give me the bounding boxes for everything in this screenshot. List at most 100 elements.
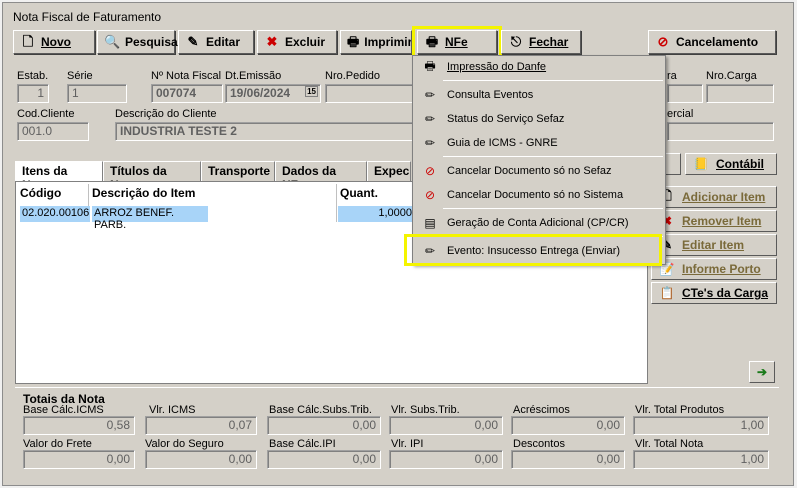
cancel-icon: ⊘ <box>424 164 436 178</box>
edit-icon: ✎ <box>187 34 199 49</box>
tab-bar: Itens da Nota Títulos da Nota Transporte… <box>15 161 411 192</box>
menu-separator <box>443 80 663 81</box>
main-window: Nota Fiscal de Faturamento 🗋 Novo 🔍 Pesqui… <box>2 2 794 486</box>
printer-icon: 🖶 <box>424 58 436 73</box>
menu-separator <box>443 208 663 209</box>
cancelamento-button[interactable]: ⊘ Cancelamento <box>648 30 776 54</box>
menu-item-conta-adicional[interactable]: ▤ Geração de Conta Adicional (CP/CR) <box>413 212 665 234</box>
printer-icon: 🖶 <box>347 34 360 49</box>
insucesso-highlight-box <box>404 234 662 266</box>
carga-label: Nro.Carga <box>706 70 757 82</box>
acrescimos-label: Acréscimos <box>513 404 570 416</box>
descontos-label: Descontos <box>513 438 565 450</box>
new-document-icon: 🗋 <box>22 34 34 49</box>
acrescimos-field[interactable]: 0,00 <box>511 416 625 435</box>
pedido-field[interactable] <box>325 84 413 103</box>
cell-quant[interactable]: 1,0000 <box>338 206 414 222</box>
carga-field[interactable] <box>706 84 774 103</box>
base-icms-label: Base Cálc.ICMS <box>23 404 104 416</box>
estab-label: Estab. <box>17 70 49 82</box>
pedido-label: Nro.Pedido <box>325 70 381 82</box>
menu-item-status-sefaz[interactable]: ✏ Status do Serviço Sefaz <box>413 108 665 130</box>
editar-button[interactable]: ✎ Editar <box>178 30 254 54</box>
window-title: Nota Fiscal de Faturamento <box>13 10 162 24</box>
col-descricao[interactable]: Descrição do Item <box>92 186 195 200</box>
clipboard-icon: 📋 <box>659 286 675 300</box>
descontos-field[interactable]: 0,00 <box>511 450 625 469</box>
excluir-button[interactable]: ✖ Excluir <box>257 30 337 54</box>
nota-label: Nº Nota Fiscal <box>151 70 222 82</box>
contabil-button[interactable]: 📒 Contábil <box>685 153 777 175</box>
pencil-icon: ✏ <box>424 112 436 126</box>
codcliente-field[interactable]: 001.0 <box>17 122 89 141</box>
desccliente-field[interactable]: INDUSTRIA TESTE 2 <box>115 122 413 141</box>
cell-codigo[interactable]: 02.020.00106 <box>20 206 90 222</box>
vlr-ipi-label: Vlr. IPI <box>391 438 424 450</box>
total-prod-label: Vlr. Total Produtos <box>635 404 725 416</box>
seguro-label: Valor do Seguro <box>145 438 224 450</box>
novo-button[interactable]: 🗋 Novo <box>13 30 95 54</box>
menu-item-cancelar-sistema[interactable]: ⊘ Cancelar Documento só no Sistema <box>413 184 665 206</box>
dtemissao-field[interactable]: 19/06/2024 15 <box>225 84 321 103</box>
ra-label: ra <box>667 70 677 82</box>
adicionar-item-button[interactable]: 🗋 Adicionar Item <box>651 186 777 208</box>
fechar-button[interactable]: ⎋ Fechar <box>501 30 581 54</box>
vlr-st-label: Vlr. Subs.Trib. <box>391 404 460 416</box>
pesquisa-button[interactable]: 🔍 Pesquisa <box>97 30 178 54</box>
comercial-field[interactable] <box>667 122 774 141</box>
base-st-label: Base Cálc.Subs.Trib. <box>269 404 372 416</box>
base-icms-field[interactable]: 0,58 <box>23 416 135 435</box>
col-quant[interactable]: Quant. <box>340 186 378 200</box>
serie-field[interactable]: 1 <box>67 84 127 103</box>
base-ipi-label: Base Cálc.IPI <box>269 438 336 450</box>
editar-item-button[interactable]: ✎ Editar Item <box>651 234 777 256</box>
total-nota-label: Vlr. Total Nota <box>635 438 704 450</box>
tab-expedicao[interactable]: Expec <box>367 161 411 181</box>
pencil-icon: ✏ <box>424 136 436 150</box>
comercial-label: ercial <box>667 108 694 120</box>
col-codigo[interactable]: Código <box>20 186 61 200</box>
cancel-icon: ⊘ <box>657 34 669 49</box>
total-prod-field[interactable]: 1,00 <box>633 416 769 435</box>
base-st-field[interactable]: 0,00 <box>267 416 381 435</box>
tab-transporte[interactable]: Transporte <box>201 161 275 181</box>
desccliente-label: Descrição do Cliente <box>115 108 217 120</box>
imprimir-button[interactable]: 🖶 Imprimir <box>340 30 412 54</box>
menu-item-guia-icms[interactable]: ✏ Guia de ICMS - GNRE <box>413 132 665 154</box>
codcliente-label: Cod.Cliente <box>17 108 75 120</box>
vlr-st-field[interactable]: 0,00 <box>389 416 503 435</box>
seguro-field[interactable]: 0,00 <box>145 450 257 469</box>
informe-porto-button[interactable]: 📝 Informe Porto <box>651 258 777 280</box>
account-icon: ▤ <box>424 216 436 230</box>
delete-icon: ✖ <box>266 34 278 49</box>
serie-label: Série <box>67 70 93 82</box>
base-ipi-field[interactable]: 0,00 <box>267 450 381 469</box>
cell-descricao[interactable]: ARROZ BENEF. PARB. <box>92 206 208 231</box>
menu-item-consulta-eventos[interactable]: ✏ Consulta Eventos <box>413 84 665 106</box>
menu-item-cancelar-sefaz[interactable]: ⊘ Cancelar Documento só no Sefaz <box>413 160 665 182</box>
menu-item-impressao-danfe[interactable]: 🖶 Impressão do Danfe <box>413 56 665 78</box>
ra-field[interactable] <box>667 84 703 103</box>
tab-dados-nfe[interactable]: Dados da NFe <box>275 161 367 192</box>
nota-field[interactable]: 007074 <box>151 84 223 103</box>
cancel-icon: ⊘ <box>424 188 436 202</box>
calendar-icon[interactable]: 15 <box>305 86 318 97</box>
pencil-icon: ✏ <box>424 88 436 102</box>
close-door-icon: ⎋ <box>510 34 522 49</box>
vlr-ipi-field[interactable]: 0,00 <box>389 450 503 469</box>
dtemissao-label: Dt.Emissão <box>225 70 282 82</box>
frete-field[interactable]: 0,00 <box>23 450 135 469</box>
vlr-icms-label: Vlr. ICMS <box>149 404 196 416</box>
menu-separator <box>443 156 663 157</box>
total-nota-field[interactable]: 1,00 <box>633 450 769 469</box>
tab-titulos[interactable]: Títulos da Nota <box>103 161 201 192</box>
totals-panel: Totais da Nota Base Cálc.ICMS 0,58 Vlr. … <box>15 387 779 473</box>
col-divider <box>336 184 337 222</box>
estab-field[interactable]: 1 <box>17 84 49 103</box>
ctes-carga-button[interactable]: 📋 CTe's da Carga <box>651 282 777 304</box>
vlr-icms-field[interactable]: 0,07 <box>145 416 257 435</box>
remover-item-button[interactable]: ✖ Remover Item <box>651 210 777 232</box>
arrow-right-icon[interactable]: ➔ <box>749 361 775 383</box>
tab-itens[interactable]: Itens da Nota <box>15 161 103 192</box>
ledger-icon: 📒 <box>693 157 709 171</box>
